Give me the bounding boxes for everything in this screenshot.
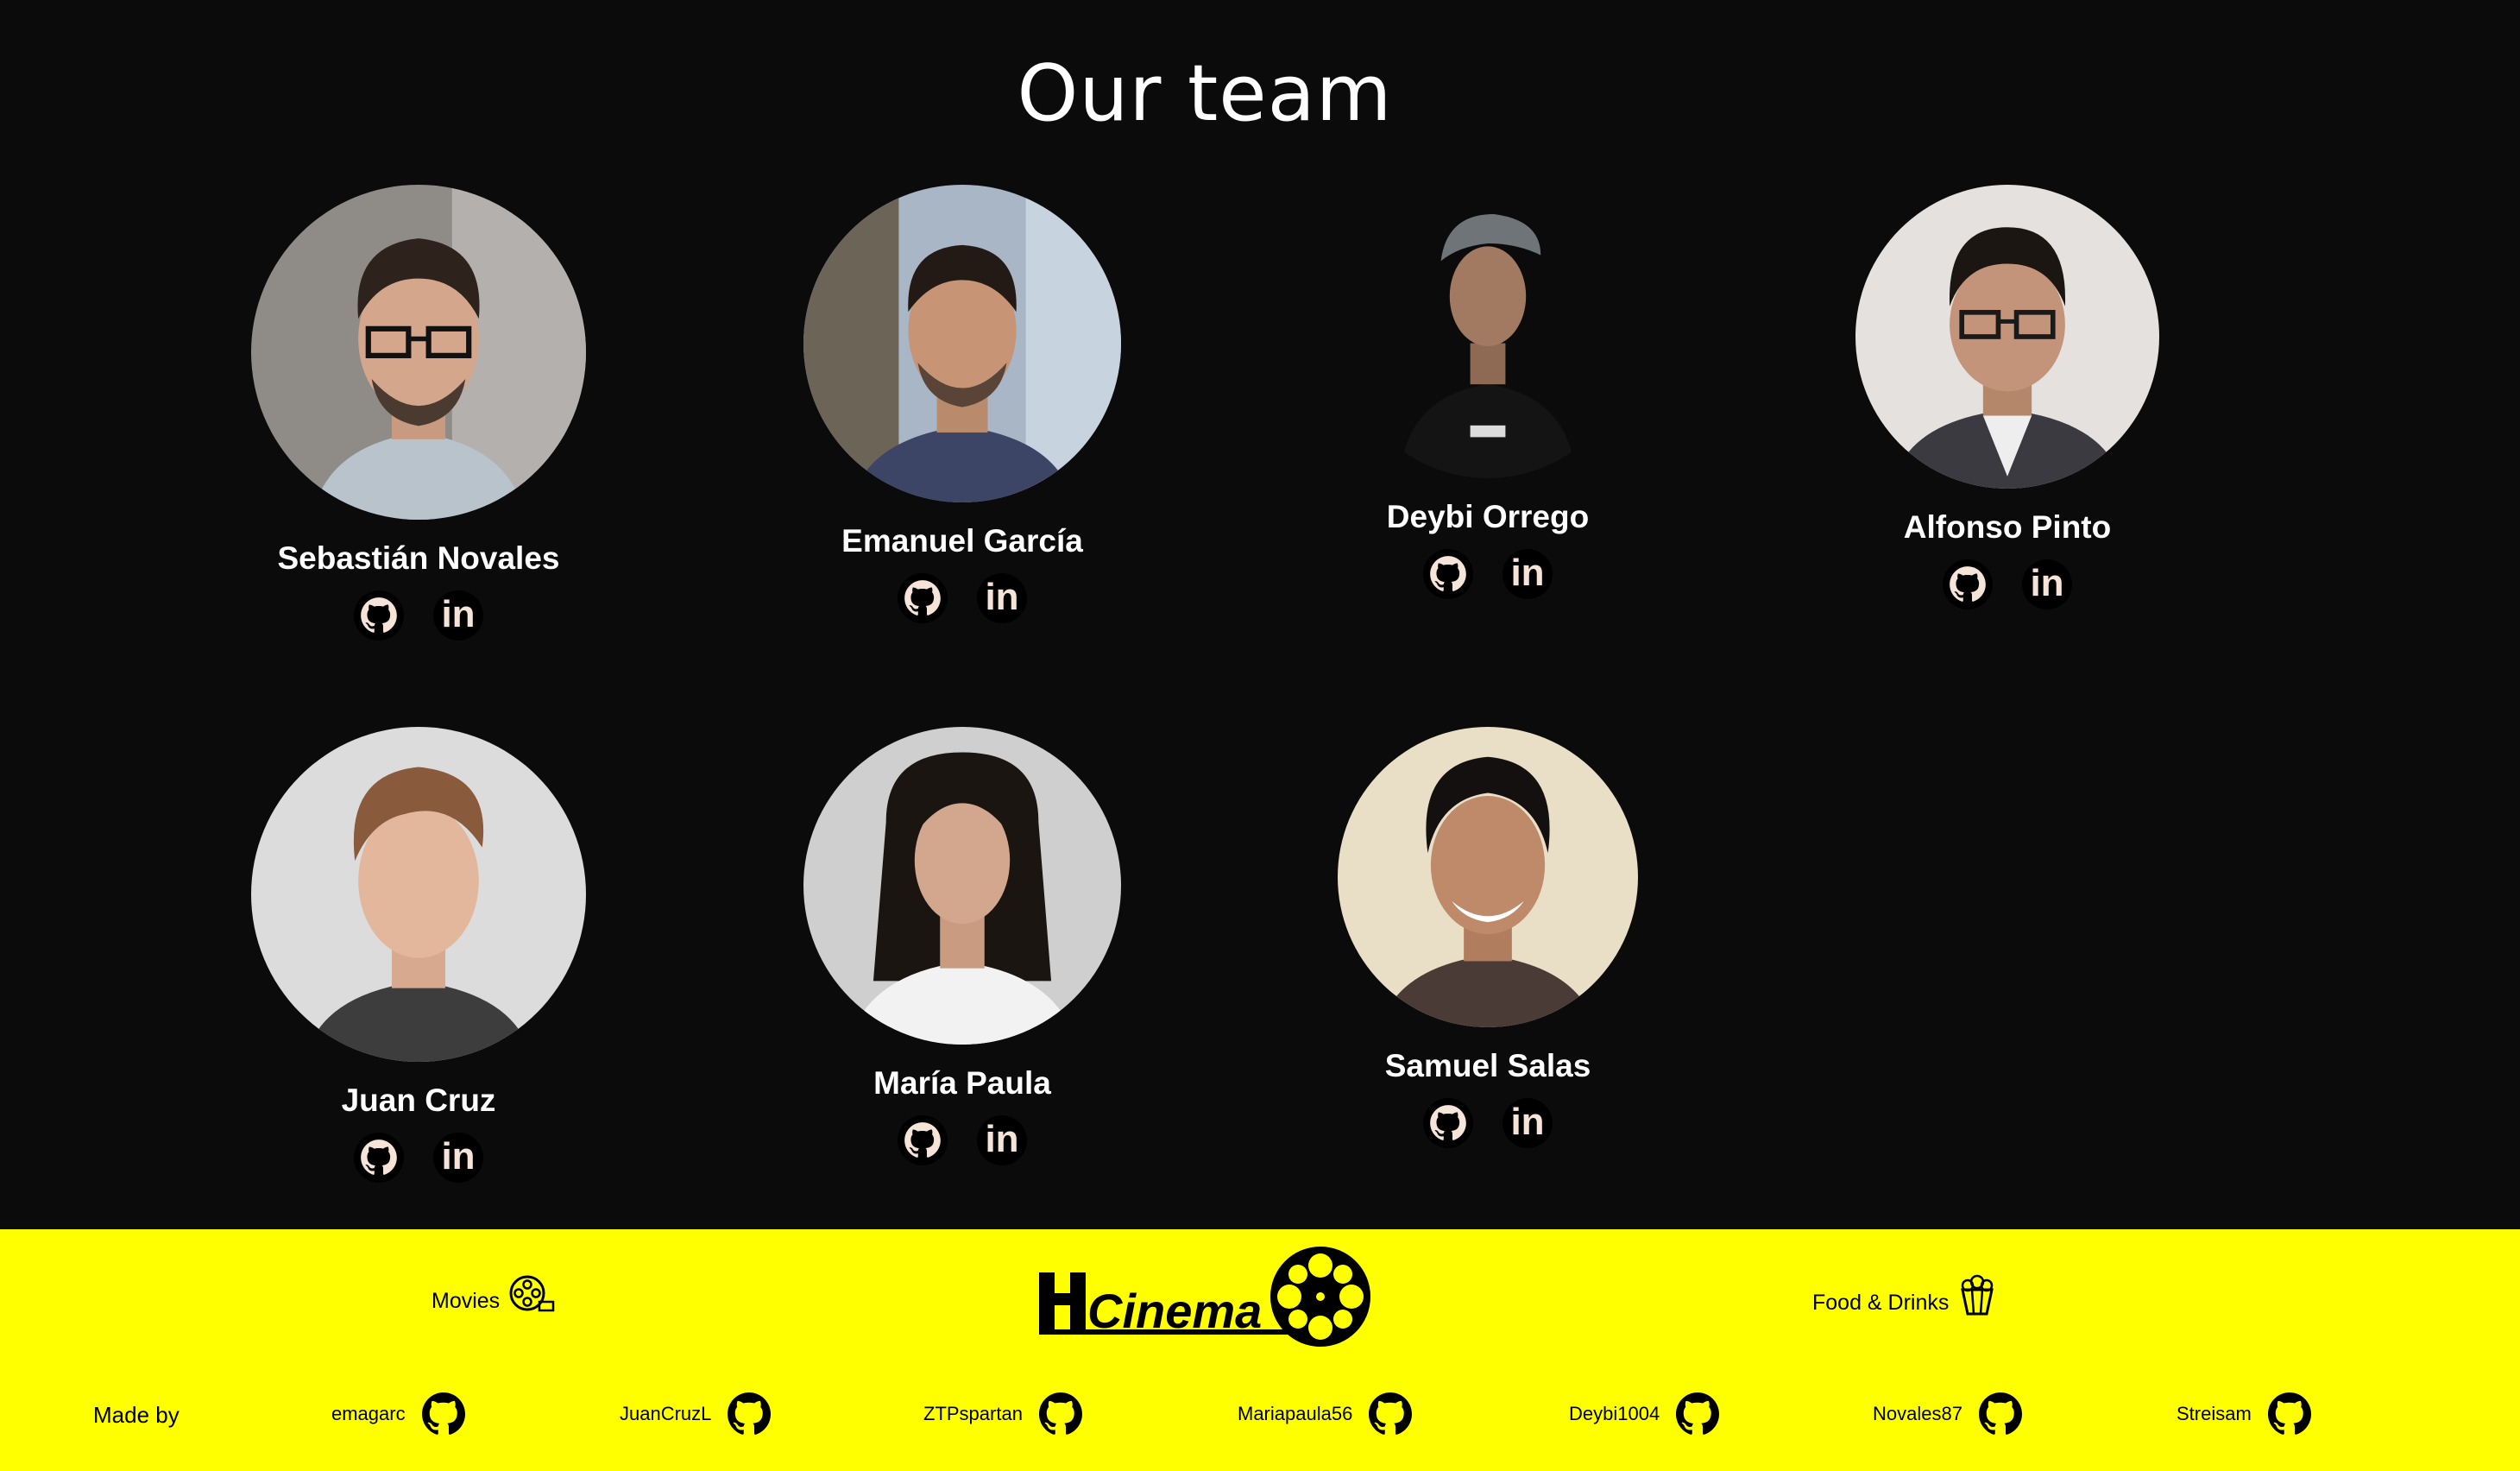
github-icon: [728, 1392, 772, 1435]
member-name: Sebastián Novales: [277, 540, 560, 576]
github-icon[interactable]: [354, 1133, 404, 1183]
linkedin-label: in: [1510, 552, 1545, 594]
contributor-link[interactable]: JuanCruzL: [620, 1388, 775, 1440]
contributor-name: Mariapaula56: [1238, 1403, 1353, 1424]
nav-food-link[interactable]: Food & Drinks: [1812, 1274, 1999, 1316]
film-reel-icon: [509, 1275, 555, 1312]
github-icon[interactable]: [1943, 559, 1993, 609]
team-member-card: Sebastián Novales in: [250, 185, 587, 641]
linkedin-icon[interactable]: in: [433, 590, 483, 641]
github-icon[interactable]: [1423, 549, 1473, 599]
linkedin-icon[interactable]: in: [433, 1133, 483, 1183]
avatar: [1341, 185, 1635, 478]
member-name: Juan Cruz: [341, 1083, 496, 1118]
github-icon[interactable]: [354, 590, 404, 641]
linkedin-icon[interactable]: in: [1503, 549, 1553, 599]
logo-text: Cinema: [1087, 1284, 1262, 1338]
made-by-label: Made by: [93, 1402, 180, 1428]
social-links: in: [1423, 1098, 1553, 1148]
popcorn-icon: [1961, 1274, 1994, 1316]
github-icon: [1038, 1392, 1082, 1435]
github-icon: [2267, 1392, 2311, 1435]
linkedin-icon[interactable]: in: [2022, 559, 2072, 609]
team-member-card: Deybi Orrego in: [1341, 185, 1635, 599]
avatar: [251, 185, 586, 520]
hcinema-logo[interactable]: Cinema: [1036, 1247, 1374, 1350]
avatar: [251, 727, 586, 1062]
team-member-card: Samuel Salas in: [1338, 727, 1638, 1148]
nav-food-label: Food & Drinks: [1812, 1291, 1950, 1315]
github-icon[interactable]: [1423, 1098, 1473, 1148]
page-title: Our team: [1017, 48, 1393, 139]
linkedin-label: in: [441, 1135, 476, 1177]
contributor-name: ZTPspartan: [923, 1403, 1023, 1424]
social-links: in: [1943, 559, 2072, 609]
social-links: in: [898, 573, 1027, 623]
github-icon: [421, 1392, 465, 1435]
avatar: [1338, 727, 1638, 1027]
team-member-card: Juan Cruz in: [250, 727, 587, 1183]
linkedin-icon[interactable]: in: [977, 573, 1027, 623]
contributor-link[interactable]: Deybi1004: [1569, 1388, 1723, 1440]
linkedin-icon[interactable]: in: [977, 1115, 1027, 1165]
contributor-name: Novales87: [1873, 1403, 1962, 1424]
contributor-link[interactable]: ZTPspartan: [923, 1388, 1087, 1440]
contributor-name: Deybi1004: [1569, 1403, 1660, 1424]
contributor-link[interactable]: Streisam: [2177, 1388, 2315, 1440]
contributor-link[interactable]: Novales87: [1873, 1388, 2026, 1440]
github-icon: [1676, 1392, 1720, 1435]
github-icon[interactable]: [898, 1115, 948, 1165]
contributor-link[interactable]: emagarc: [331, 1388, 469, 1440]
social-links: in: [898, 1115, 1027, 1165]
avatar: [803, 727, 1121, 1045]
linkedin-label: in: [2030, 562, 2064, 604]
social-links: in: [1423, 549, 1553, 599]
linkedin-label: in: [985, 1118, 1019, 1160]
linkedin-label: in: [441, 593, 476, 635]
contributor-name: emagarc: [331, 1403, 406, 1424]
linkedin-label: in: [985, 576, 1019, 618]
contributor-name: JuanCruzL: [620, 1403, 712, 1424]
linkedin-icon[interactable]: in: [1503, 1098, 1553, 1148]
github-icon: [1369, 1392, 1413, 1435]
nav-movies-link[interactable]: Movies: [432, 1274, 555, 1314]
avatar: [1855, 185, 2159, 489]
member-name: María Paula: [873, 1065, 1051, 1101]
member-name: Samuel Salas: [1384, 1048, 1591, 1083]
linkedin-label: in: [1510, 1101, 1545, 1143]
footer: Movies Cinema Food & Drinks Made by emag…: [0, 1229, 2520, 1471]
team-member-card: Alfonso Pinto in: [1855, 185, 2159, 609]
team-member-card: María Paula in: [803, 727, 1122, 1165]
social-links: in: [354, 1133, 483, 1183]
member-name: Deybi Orrego: [1386, 499, 1590, 534]
contributor-link[interactable]: Mariapaula56: [1238, 1388, 1416, 1440]
member-name: Alfonso Pinto: [1903, 509, 2112, 545]
team-member-card: Emanuel García in: [803, 185, 1122, 623]
member-name: Emanuel García: [841, 523, 1083, 559]
contributor-name: Streisam: [2177, 1403, 2252, 1424]
github-icon[interactable]: [898, 573, 948, 623]
nav-movies-label: Movies: [432, 1289, 501, 1313]
avatar: [803, 185, 1121, 502]
social-links: in: [354, 590, 483, 641]
github-icon: [1978, 1392, 2022, 1435]
